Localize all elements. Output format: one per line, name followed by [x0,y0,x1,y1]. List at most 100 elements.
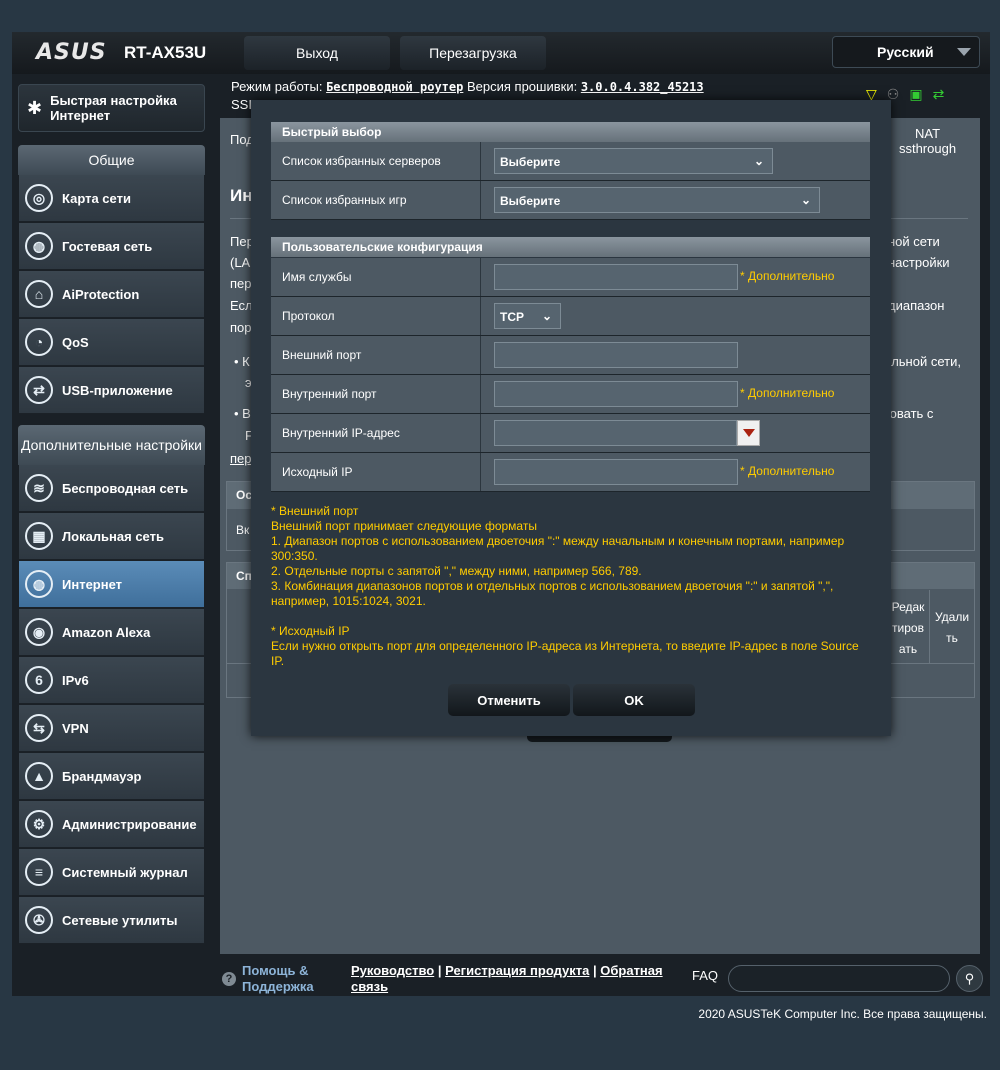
sidebar-item[interactable]: ⇆ VPN [19,705,204,752]
internal-ip-label: Внутренний IP-адрес [271,414,481,452]
source-ip-input[interactable] [494,459,738,485]
protocol-label: Протокол [271,297,481,335]
sidebar-item[interactable]: ▦ Локальная сеть [19,513,204,560]
internal-ip-input[interactable] [494,420,737,446]
sidebar-item[interactable]: ⚙ Администрирование [19,801,204,848]
fav-servers-row: Список избранных серверов Выберите ⌄ [271,142,870,181]
protocol-select[interactable]: TCP ⌄ [494,303,561,329]
sidebar-item-label: Карта сети [62,190,131,206]
basic-config-cell: Вк [236,523,250,537]
section-advanced: Дополнительные настройки [18,425,205,465]
service-name-label: Имя службы [271,258,481,296]
sidebar-item[interactable]: 6 IPv6 [19,657,204,704]
faq-search-input[interactable] [728,965,950,992]
link-separator: | [592,963,597,978]
sidebar-item-label: Гостевая сеть [62,238,153,254]
sidebar-item[interactable]: ⌂ AiProtection [19,271,204,318]
tab-nat-line1: NAT [914,126,941,141]
language-select[interactable]: Русский [832,36,980,68]
bullet-1-text: К [242,354,250,369]
sidebar-item[interactable]: ⇄ USB-приложение [19,367,204,414]
external-port-input[interactable] [494,342,738,368]
mode-link[interactable]: Беспроводной роутер [326,80,463,94]
firmware-link[interactable]: 3.0.0.4.382_45213 [581,80,704,94]
logout-button[interactable]: Выход [244,36,390,70]
register-link[interactable]: Регистрация продукта [445,963,589,978]
sidebar-item[interactable]: ≋ Беспроводная сеть [19,465,204,512]
bullet-1: • К [234,354,250,369]
sidebar-item-label: Сетевые утилиты [62,912,178,928]
note-line: 2. Отдельные порты с запятой "," между н… [271,564,642,578]
protocol-value: TCP [500,310,524,324]
mode-prefix: Режим работы: [231,79,323,94]
chevron-down-icon [957,48,971,56]
column-divider [929,590,930,664]
quick-setup-button[interactable]: ✱ Быстрая настройка Интернет [18,84,205,132]
section-general: Общие [18,145,205,175]
chevron-down-icon: ⌄ [800,193,811,207]
manual-link[interactable]: Руководство [351,963,434,978]
sidebar-item[interactable]: ✇ Сетевые утилиты [19,897,204,944]
sidebar-item-label: IPv6 [62,672,89,688]
asus-logo: ASUS [36,40,107,65]
help-support-label: Помощь & Поддержка [242,963,314,994]
help-support[interactable]: ? Помощь & Поддержка [222,963,322,995]
lan-icon: ▦ [25,522,53,550]
faq-label: FAQ [692,968,719,983]
fav-servers-select[interactable]: Выберите ⌄ [494,148,773,174]
link-separator: | [437,963,442,978]
sidebar-item[interactable]: ◍ Гостевая сеть [19,223,204,270]
sidebar-item[interactable]: ◔ QoS [19,319,204,366]
service-name-input[interactable] [494,264,738,290]
service-name-row: Имя службы * Дополнительно [271,258,870,297]
quick-setup-label: Быстрая настройка Интернет [50,93,177,123]
wand-icon: ✱ [27,97,43,118]
sidebar-item[interactable]: ◎ Карта сети [19,175,204,222]
lock-shield-icon: ⌂ [25,280,53,308]
copyright: 2020 ASUSTeK Computer Inc. Все права защ… [698,1007,987,1021]
protocol-row: Протокол TCP ⌄ [271,297,870,336]
optional-note: * Дополнительно [740,269,835,283]
sidebar-item-label: Amazon Alexa [62,624,151,640]
faq-link-fragment[interactable]: пер [230,451,252,466]
gauge-icon: ◔ [25,328,53,356]
status-line: Режим работы: Беспроводной роутер Версия… [231,79,704,94]
note-line: 1. Диапазон портов с использованием двое… [271,534,845,563]
sidebar-item-label: Брандмауэр [62,768,142,784]
bg-right-1: ной сети [888,234,940,249]
sidebar-item[interactable]: ◉ Amazon Alexa [19,609,204,656]
internal-port-label: Внутренний порт [271,375,481,413]
fav-servers-value: Выберите [500,155,561,169]
note-line: Если нужно открыть порт для определенног… [271,639,859,668]
tab-nat-line2: ssthrough [898,141,957,156]
wifi-icon: ≋ [25,474,53,502]
source-ip-row: Исходный IP * Дополнительно [271,453,870,492]
search-icon[interactable]: ⚲ [956,965,983,992]
cancel-button[interactable]: Отменить [448,684,570,716]
client-list-dropdown[interactable] [737,420,760,446]
fav-games-select[interactable]: Выберите ⌄ [494,187,820,213]
sidebar-item[interactable]: ▲ Брандмауэр [19,753,204,800]
firmware-prefix: Версия прошивки: [466,79,578,94]
page-title: Ин [230,186,253,205]
internal-port-input[interactable] [494,381,738,407]
sidebar-item-label: USB-приложение [62,382,173,398]
external-port-label: Внешний порт [271,336,481,374]
internal-ip-row: Внутренний IP-адрес [271,414,870,453]
fav-servers-label: Список избранных серверов [271,142,481,180]
sidebar-item[interactable]: ◍ Интернет [19,561,204,608]
basic-config-title: Ос [236,488,253,502]
column-edit: Редак тиров ать [891,600,925,656]
sidebar-item[interactable]: ≡ Системный журнал [19,849,204,896]
network-status-icon[interactable]: ▣ [909,86,922,103]
fav-games-row: Список избранных игр Выберите ⌄ [271,181,870,220]
ok-button[interactable]: OK [573,684,695,716]
reboot-button[interactable]: Перезагрузка [400,36,546,70]
ipv6-icon: 6 [25,666,53,694]
sidebar-item-label: Интернет [62,576,123,592]
tab-nat-passthrough[interactable]: NAT ssthrough [880,118,975,158]
usb-status-icon[interactable]: ⇄ [933,86,945,103]
ssid-prefix: SSI [231,97,252,112]
bullet-2: • В [234,406,251,421]
note-spacer [271,609,871,624]
